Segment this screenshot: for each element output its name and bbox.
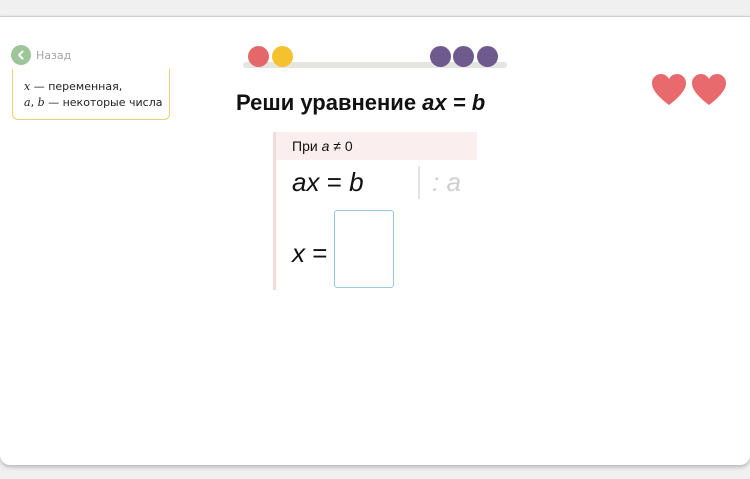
answer-eq: = [305,238,328,268]
back-label: Назад [36,48,72,62]
hint-text-2: — некоторые числа [44,96,163,109]
equation-rhs: b [349,167,364,197]
progress-dot-2 [272,46,293,67]
back-button[interactable]: Назад [11,44,71,66]
equation-eq: = [319,167,350,197]
progress-dot-5 [477,46,498,67]
hint-line-numbers: a, b — некоторые числа [24,95,162,111]
hint-var-b: b [37,96,45,109]
equation-line: ax = b [292,167,364,198]
heart-icon [652,74,686,105]
answer-input[interactable] [334,210,394,288]
hint-sep: , [30,96,38,109]
hint-box: x — переменная, a, b — некоторые числа [12,69,170,120]
progress-dot-3 [430,46,451,67]
heart-icon [692,74,726,105]
divide-hint-text: : a [432,167,461,197]
hint-text-1: — переменная, [30,80,123,93]
back-arrow-icon [11,45,31,65]
progress-dot-1 [248,46,269,67]
divide-hint: : a [432,167,461,198]
answer-line: x = [292,238,327,269]
condition-box: При a ≠ 0 [276,132,477,160]
task-title: Реши уравнение ax = b [236,90,526,116]
task-card: Назад x — переменная, a, b — некоторые ч… [0,16,750,465]
answer-lhs: x [292,238,305,268]
equation-divider [418,166,420,199]
condition-text: При a ≠ 0 [292,138,353,154]
condition-suffix: ≠ 0 [329,138,353,154]
hint-line-variable: x — переменная, [24,79,122,95]
task-title-text: Реши уравнение [236,90,423,115]
equation-lhs: ax [292,167,320,197]
progress-dot-4 [453,46,474,67]
task-title-equation: ax = b [422,90,486,115]
condition-prefix: При [292,138,322,154]
